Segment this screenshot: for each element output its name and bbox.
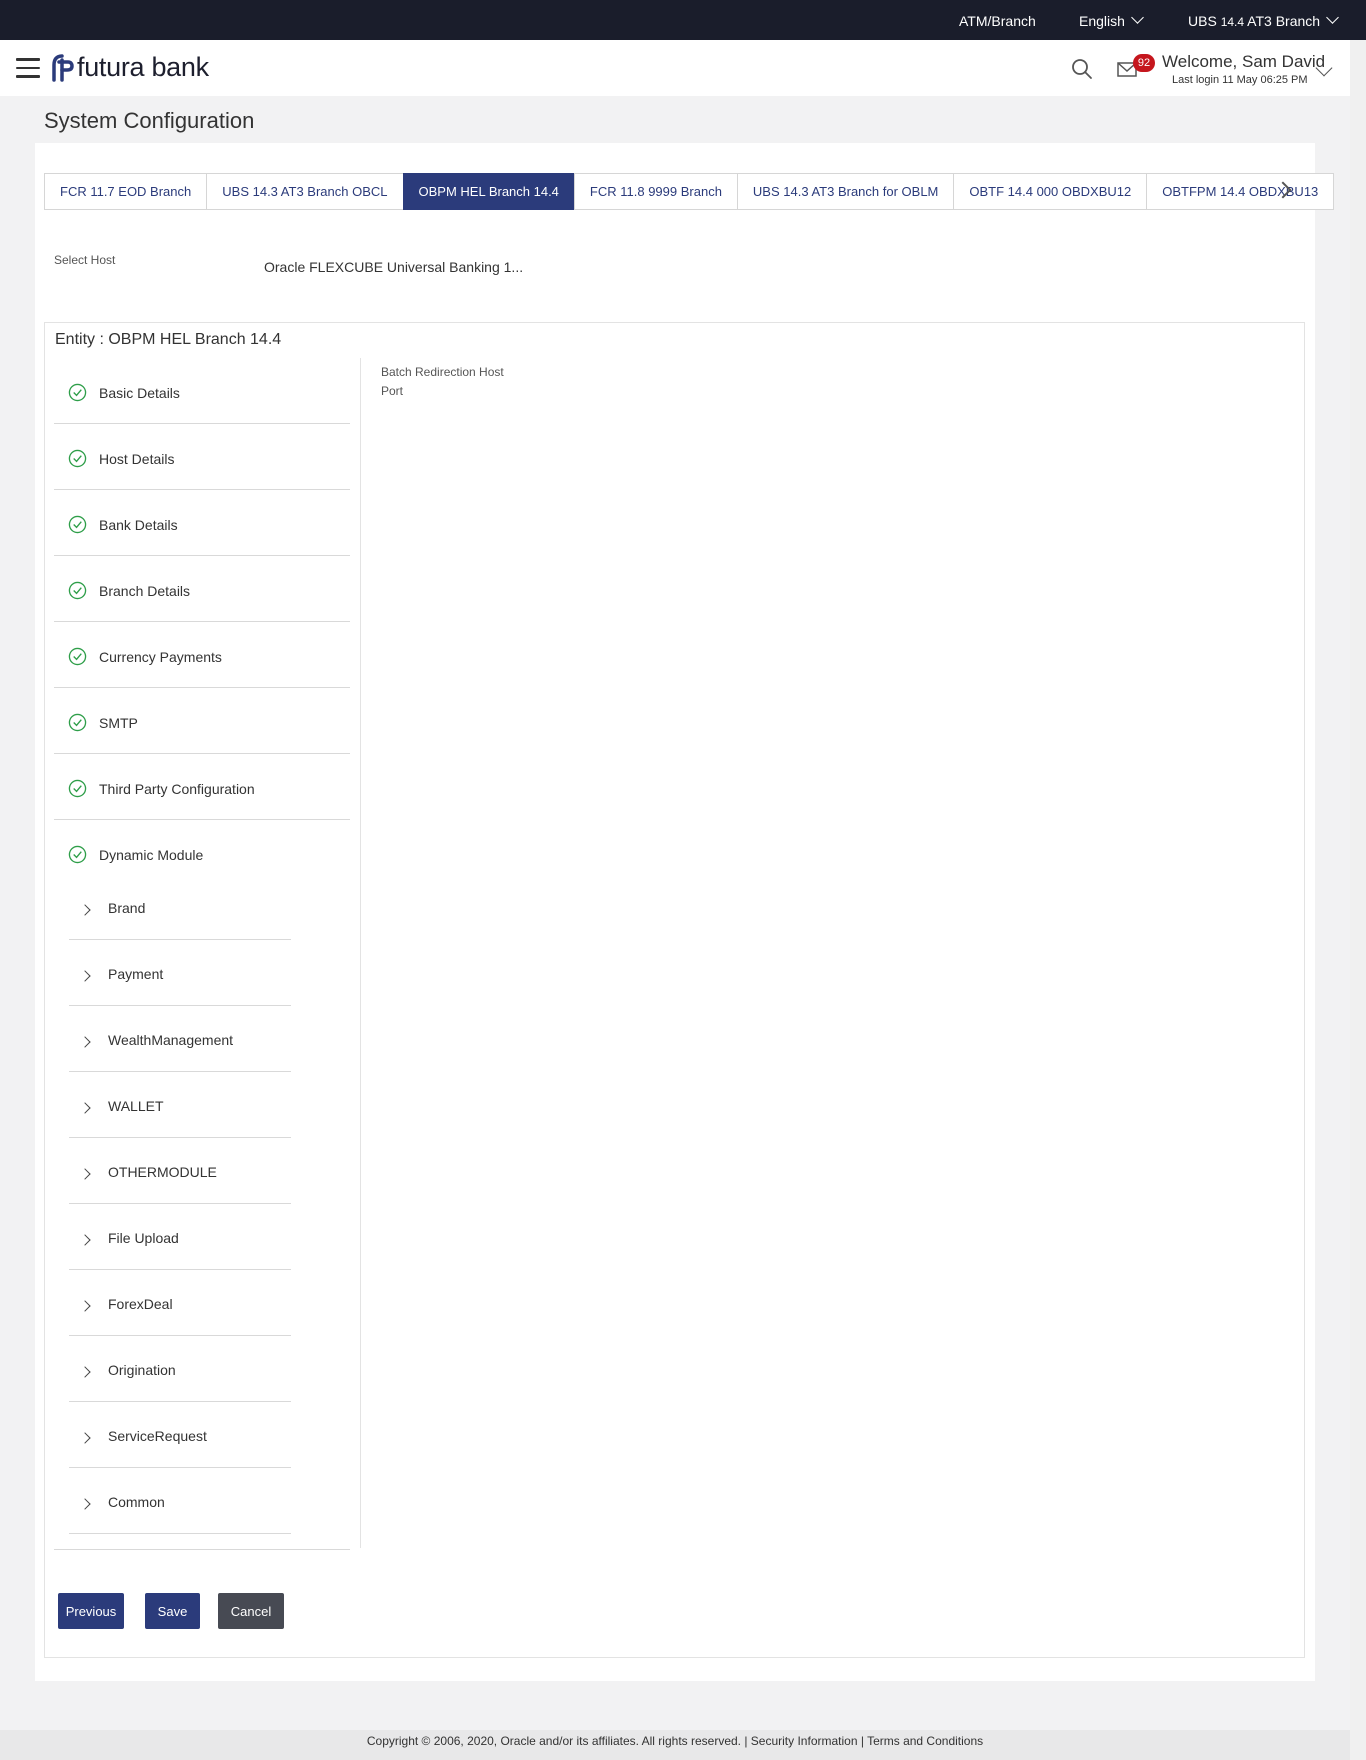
- check-circle-icon: [68, 647, 87, 666]
- save-button[interactable]: Save: [145, 1593, 200, 1629]
- atm-branch-link[interactable]: ATM/Branch: [959, 13, 1036, 29]
- divider: [360, 358, 361, 1548]
- tab-ubs-14-3-at3-branch-obcl[interactable]: UBS 14.3 AT3 Branch OBCL: [206, 173, 403, 210]
- menu-icon[interactable]: [16, 58, 40, 78]
- tab-obtfpm-14-4-obdxbu13[interactable]: OBTFPM 14.4 OBDXBU13: [1146, 173, 1335, 210]
- tab-obtf-14-4-000-obdxbu12[interactable]: OBTF 14.4 000 OBDXBU12: [953, 173, 1147, 210]
- module-label: ForexDeal: [108, 1296, 173, 1312]
- step-label: Currency Payments: [99, 649, 222, 665]
- entity-title: Entity : OBPM HEL Branch 14.4: [55, 331, 282, 348]
- step-third-party-configuration[interactable]: Third Party Configuration: [54, 754, 350, 820]
- step-label: Bank Details: [99, 517, 178, 533]
- module-label: WealthManagement: [108, 1032, 234, 1048]
- bank-logo[interactable]: futura bank: [50, 52, 209, 83]
- check-circle-icon: [68, 581, 87, 600]
- entity-suffix: AT3 Branch: [1247, 13, 1321, 29]
- language-label: English: [1079, 13, 1125, 29]
- module-payment[interactable]: Payment: [69, 940, 291, 1006]
- entity-tabs: FCR 11.7 EOD Branch UBS 14.3 AT3 Branch …: [44, 173, 1335, 210]
- scrollbar[interactable]: [1350, 40, 1366, 1760]
- module-othermodule[interactable]: OTHERMODULE: [69, 1138, 291, 1204]
- last-login-text: Last login 11 May 06:25 PM: [1172, 74, 1308, 86]
- app-header: futura bank 92 Welcome, Sam David Last l…: [0, 40, 1350, 96]
- module-list: Brand Payment WealthManagement WALLET OT…: [69, 874, 291, 1534]
- welcome-text[interactable]: Welcome, Sam David: [1162, 52, 1325, 72]
- tab-fcr-11-7-eod-branch[interactable]: FCR 11.7 EOD Branch: [44, 173, 207, 210]
- chevron-right-icon: [79, 970, 91, 982]
- page-title: System Configuration: [44, 108, 255, 133]
- select-host-value: Oracle FLEXCUBE Universal Banking 1...: [264, 259, 524, 275]
- entity-prefix: UBS: [1188, 13, 1217, 29]
- module-label: WALLET: [108, 1098, 164, 1114]
- module-wallet[interactable]: WALLET: [69, 1072, 291, 1138]
- notification-badge[interactable]: 92: [1133, 54, 1155, 72]
- module-label: File Upload: [108, 1230, 179, 1246]
- check-circle-icon: [68, 713, 87, 732]
- chevron-right-icon: [79, 1498, 91, 1510]
- step-label: SMTP: [99, 715, 138, 731]
- chevron-right-icon: [79, 1432, 91, 1444]
- step-branch-details[interactable]: Branch Details: [54, 556, 350, 622]
- module-label: Payment: [108, 966, 164, 982]
- module-label: ServiceRequest: [108, 1428, 207, 1444]
- chevron-right-icon: [79, 1036, 91, 1048]
- module-label: OTHERMODULE: [108, 1164, 217, 1180]
- chevron-right-icon: [79, 1300, 91, 1312]
- entity-selector[interactable]: UBS 14.4 AT3 Branch: [1188, 11, 1339, 29]
- tab-ubs-14-3-at3-branch-for-oblm[interactable]: UBS 14.3 AT3 Branch for OBLM: [736, 173, 954, 210]
- step-label: Host Details: [99, 451, 175, 467]
- module-forexdeal[interactable]: ForexDeal: [69, 1270, 291, 1336]
- tab-fcr-11-8-9999-branch[interactable]: FCR 11.8 9999 Branch: [573, 173, 737, 210]
- chevron-right-icon: [79, 1168, 91, 1180]
- module-label: Common: [108, 1494, 165, 1510]
- module-origination[interactable]: Origination: [69, 1336, 291, 1402]
- step-label: Third Party Configuration: [99, 781, 255, 797]
- step-list: Basic Details Host Details Bank Details …: [54, 358, 350, 886]
- chevron-right-icon: [79, 1102, 91, 1114]
- step-host-details[interactable]: Host Details: [54, 424, 350, 490]
- chevron-down-icon: [1131, 11, 1144, 24]
- module-brand[interactable]: Brand: [69, 874, 291, 940]
- chevron-right-icon: [79, 904, 91, 916]
- module-common[interactable]: Common: [69, 1468, 291, 1534]
- chevron-right-icon: [79, 1234, 91, 1246]
- futura-logo-icon: [52, 53, 74, 82]
- search-icon[interactable]: [1071, 58, 1093, 80]
- step-label: Dynamic Module: [99, 847, 204, 863]
- chevron-right-icon: [79, 1366, 91, 1378]
- check-circle-icon: [68, 779, 87, 798]
- footer: Copyright © 2006, 2020, Oracle and/or it…: [0, 1730, 1350, 1760]
- check-circle-icon: [68, 449, 87, 468]
- module-servicerequest[interactable]: ServiceRequest: [69, 1402, 291, 1468]
- top-bar: ATM/Branch English UBS 14.4 AT3 Branch: [0, 0, 1366, 40]
- step-label: Basic Details: [99, 385, 180, 401]
- step-basic-details[interactable]: Basic Details: [54, 358, 350, 424]
- step-bank-details[interactable]: Bank Details: [54, 490, 350, 556]
- step-smtp[interactable]: SMTP: [54, 688, 350, 754]
- module-wealthmanagement[interactable]: WealthManagement: [69, 1006, 291, 1072]
- step-label: Branch Details: [99, 583, 191, 599]
- entity-version: 14.4: [1220, 15, 1245, 29]
- module-label: Brand: [108, 900, 146, 916]
- batch-redirection-host-port-label: Batch Redirection Host Port: [381, 365, 504, 398]
- divider: [54, 1549, 350, 1550]
- check-circle-icon: [68, 515, 87, 534]
- step-currency-payments[interactable]: Currency Payments: [54, 622, 350, 688]
- tab-obpm-hel-branch-14-4[interactable]: OBPM HEL Branch 14.4: [402, 173, 574, 210]
- language-selector[interactable]: English: [1079, 11, 1144, 29]
- select-host-label: Select Host: [54, 253, 116, 267]
- previous-button[interactable]: Previous: [58, 1593, 124, 1629]
- chevron-down-icon: [1326, 11, 1339, 24]
- check-circle-icon: [68, 383, 87, 402]
- module-label: Origination: [108, 1362, 176, 1378]
- module-file-upload[interactable]: File Upload: [69, 1204, 291, 1270]
- check-circle-icon: [68, 845, 87, 864]
- logo-text: futura bank: [77, 52, 209, 82]
- cancel-button[interactable]: Cancel: [218, 1593, 284, 1629]
